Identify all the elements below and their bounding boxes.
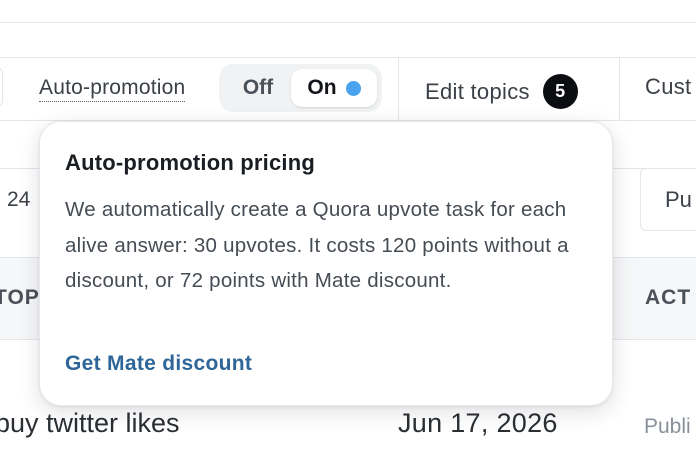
- toggle-on-option[interactable]: On: [291, 69, 377, 107]
- column-header-actions: ACT: [645, 286, 692, 309]
- row-status: Publi: [644, 415, 691, 438]
- popover-title: Auto-promotion pricing: [65, 150, 316, 175]
- autopromotion-label[interactable]: Auto-promotion: [39, 76, 186, 102]
- edit-topics-label: Edit topics: [425, 78, 530, 104]
- get-mate-discount-link[interactable]: Get Mate discount: [65, 352, 252, 376]
- autopromotion-toggle[interactable]: Off On: [219, 64, 382, 112]
- row-keyword[interactable]: buy twitter likes: [0, 408, 180, 439]
- toolbar: Auto-promotion Off On Edit topics 5 Cust: [0, 57, 696, 120]
- autopromotion-pricing-popover: Auto-promotion pricing We automatically …: [39, 121, 613, 406]
- toggle-off-option[interactable]: Off: [226, 69, 290, 107]
- publish-filter-label: Pu: [665, 187, 692, 212]
- toolbar-divider: [619, 57, 620, 120]
- toolbar-left-control[interactable]: [0, 67, 3, 107]
- toolbar-divider: [398, 57, 399, 120]
- column-header-topic[interactable]: TOP: [0, 286, 40, 310]
- toggle-on-label: On: [307, 76, 337, 99]
- topics-count-badge: 5: [542, 74, 578, 109]
- popover-body: We automatically create a Quora upvote t…: [65, 198, 569, 293]
- edit-topics-button[interactable]: Edit topics 5: [425, 74, 578, 109]
- customize-button[interactable]: Cust: [645, 74, 691, 100]
- toggle-off-label: Off: [242, 76, 274, 99]
- count-value: 24: [7, 188, 31, 211]
- active-dot-icon: [345, 80, 361, 96]
- row-date: Jun 17, 2026: [398, 408, 558, 438]
- top-divider: [0, 22, 696, 23]
